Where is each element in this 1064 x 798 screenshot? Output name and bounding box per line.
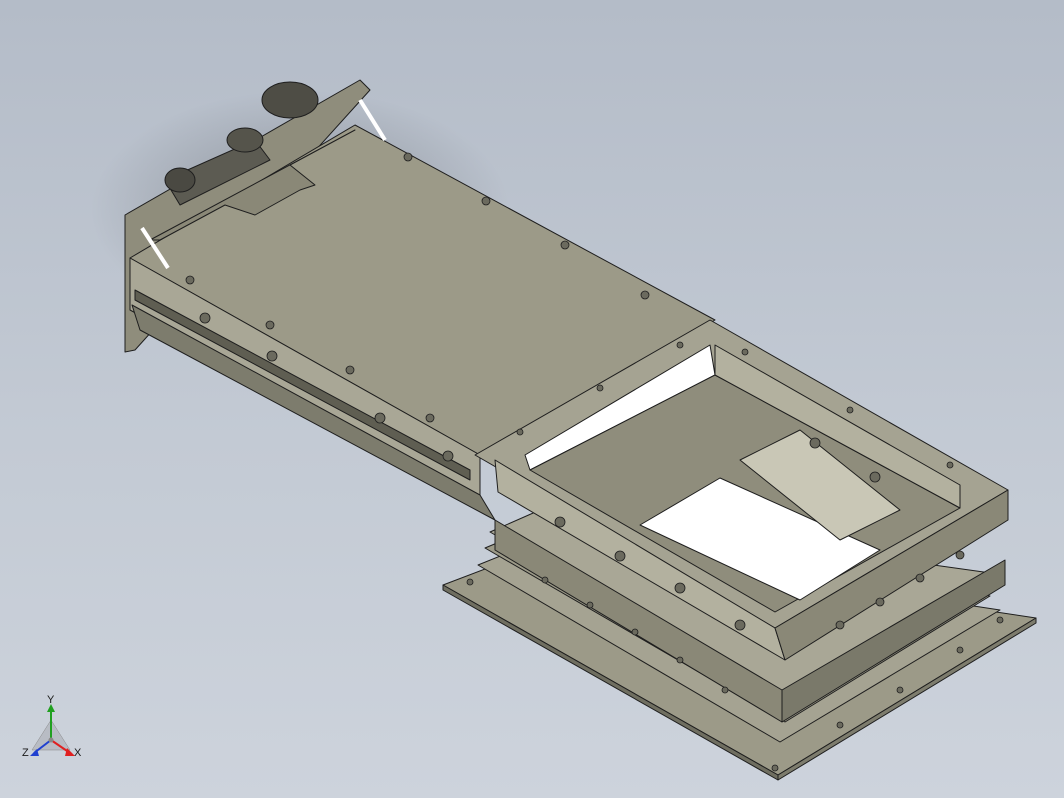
bolt [741,348,749,356]
bolt [996,616,1004,624]
bolt [185,275,195,285]
bolt [674,582,686,594]
cad-graphics-viewport[interactable]: Y X Z [0,0,1064,798]
axis-label-z: Z [22,747,29,759]
bolt [442,450,454,462]
bolt [554,516,566,528]
bolt [374,412,386,424]
coordinate-triad[interactable]: Y X Z [18,694,88,770]
bolt [345,365,355,375]
bolt [734,619,746,631]
bolt [466,578,474,586]
bolt [516,428,524,436]
bolt [846,406,854,414]
bolt [676,656,684,664]
slide-gate-valve-model[interactable] [0,0,1064,798]
bolt [955,550,965,560]
bolt [560,240,570,250]
bolt [425,413,435,423]
bolt [266,350,278,362]
bolt [915,573,925,583]
bolt [946,461,954,469]
bolt [869,471,881,483]
bolt [403,152,413,162]
bolt [481,196,491,206]
bolt [596,384,604,392]
bolt [875,597,885,607]
triad-icon [30,704,75,756]
bolt [265,320,275,330]
bolt [896,686,904,694]
bolt [836,721,844,729]
bolt [631,628,639,636]
bolt [835,620,845,630]
bolt [771,764,779,772]
bolt [541,576,549,584]
bolt [721,686,729,694]
bolt [640,290,650,300]
bolt [199,312,211,324]
bolt [956,646,964,654]
bolt [676,341,684,349]
bolt [614,550,626,562]
axis-label-y: Y [47,694,55,706]
bolt [586,601,594,609]
axis-label-x: X [74,747,82,759]
bolt [809,437,821,449]
